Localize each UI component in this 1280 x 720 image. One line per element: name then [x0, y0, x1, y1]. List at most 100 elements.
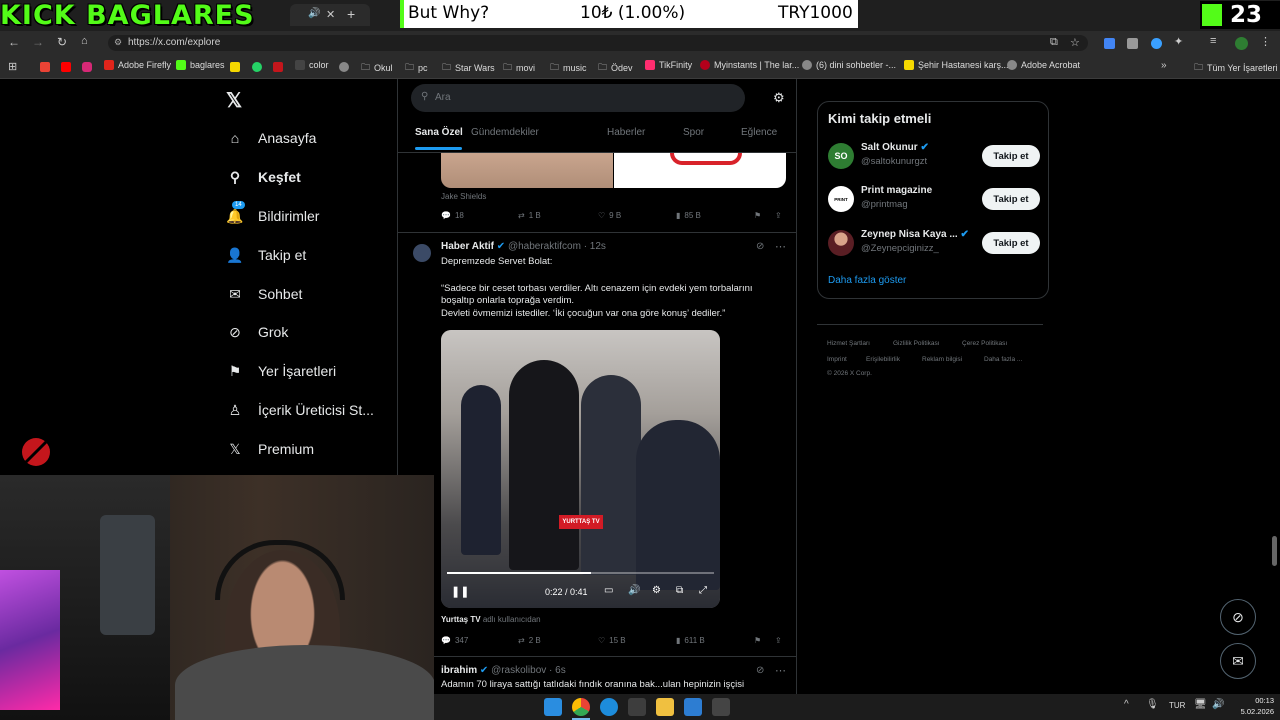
bookmark-adobe-acrobat[interactable]: Adobe Acrobat: [1007, 60, 1080, 70]
bookmark-post-icon[interactable]: ⚑: [754, 211, 761, 220]
more-options-icon[interactable]: ⋯: [775, 240, 786, 253]
captions-icon[interactable]: ▭: [604, 585, 613, 596]
author-handle[interactable]: @haberaktifcom: [508, 241, 581, 252]
site-info-icon[interactable]: ⚙: [114, 37, 122, 48]
new-tab-icon[interactable]: +: [347, 6, 355, 22]
language-indicator[interactable]: TUR: [1169, 701, 1185, 710]
like-button[interactable]: ♡ 9 B: [598, 211, 621, 220]
forward-icon[interactable]: →: [32, 35, 44, 49]
prev-post-image-left[interactable]: [441, 153, 613, 188]
nav-explore[interactable]: ⚲ Keşfet: [226, 162, 301, 192]
show-more-link[interactable]: Daha fazla göster: [828, 275, 906, 286]
bookmark-star-icon[interactable]: ☆: [1070, 36, 1080, 49]
tab-audio-icon[interactable]: 🔊: [308, 8, 320, 19]
pause-icon[interactable]: ❚❚: [451, 585, 469, 598]
follow-button[interactable]: Takip et: [982, 188, 1040, 210]
bookmark-sehir-hastanesi[interactable]: Şehir Hastanesi karş...: [904, 60, 1009, 70]
app-taskbar-icon[interactable]: [712, 698, 730, 716]
grok-explain-icon[interactable]: ⊘: [756, 665, 764, 676]
suggestion-row[interactable]: SO Salt Okunur ✔ @saltokunurgzt Takip et: [828, 139, 1040, 173]
tab-news[interactable]: Haberler: [607, 127, 645, 138]
nav-bookmarks[interactable]: ⚑ Yer İşaretleri: [226, 356, 336, 386]
repost-button[interactable]: ⇄ 2 B: [518, 636, 541, 645]
share-icon[interactable]: ⇪: [775, 211, 782, 220]
volume-icon[interactable]: 🔊: [1212, 699, 1224, 710]
taskbar-clock[interactable]: 00:13 5.02.2026: [1234, 695, 1274, 717]
globe-icon[interactable]: [339, 62, 349, 72]
video-progress-track[interactable]: [447, 572, 714, 574]
reload-icon[interactable]: ↻: [57, 35, 67, 49]
bookmark-all[interactable]: 🗀 Tüm Yer İşaretleri: [1194, 60, 1278, 76]
more-bookmarks-icon[interactable]: »: [1161, 60, 1167, 71]
share-icon[interactable]: ⇪: [775, 636, 782, 645]
bookmark-myinstants[interactable]: Myinstants | The lar...: [700, 60, 799, 70]
follow-button[interactable]: Takip et: [982, 232, 1040, 254]
grok-explain-icon[interactable]: ⊘: [756, 241, 764, 252]
bookmark-pc[interactable]: 🗀 pc: [405, 60, 428, 76]
settings-gear-icon[interactable]: ⚙: [773, 90, 785, 106]
media-control-icon[interactable]: ≡: [1210, 35, 1216, 47]
video-settings-icon[interactable]: ⚙: [652, 585, 661, 596]
repost-button[interactable]: ⇄ 1 B: [518, 211, 541, 220]
page-scrollbar-thumb[interactable]: [1272, 536, 1277, 566]
reply-button[interactable]: 💬 347: [441, 636, 468, 645]
bookmark-okul[interactable]: 🗀 Okul: [361, 60, 393, 76]
author-avatar[interactable]: [413, 244, 431, 262]
suggestion-row[interactable]: PRINT Print magazine @printmag Takip et: [828, 182, 1040, 216]
edge-taskbar-icon[interactable]: [600, 698, 618, 716]
nav-chat[interactable]: ✉ Sohbet: [226, 279, 302, 309]
active-browser-tab[interactable]: 🔊 ✕: [290, 4, 370, 26]
bookmark-odev[interactable]: 🗀 Ödev: [598, 60, 633, 76]
nav-notifications[interactable]: 🔔 14 Bildirimler: [226, 201, 319, 231]
profile-avatar[interactable]: [1235, 37, 1248, 50]
bookmark-music[interactable]: 🗀 music: [550, 60, 587, 76]
nav-grok[interactable]: ⊘ Grok: [226, 317, 288, 347]
footer-link[interactable]: Imprint: [827, 356, 847, 363]
translate-extension-icon[interactable]: [1104, 38, 1115, 49]
messages-floating-button[interactable]: ✉: [1220, 643, 1256, 679]
post-time[interactable]: · 12s: [584, 241, 606, 252]
footer-link[interactable]: Hizmet Şartları: [827, 340, 870, 347]
nav-follow[interactable]: 👤 Takip et: [226, 240, 306, 270]
red-app-icon[interactable]: [273, 62, 283, 72]
bookmark-baglares[interactable]: baglares: [176, 60, 225, 70]
footer-link[interactable]: Erişilebilirlik: [866, 356, 900, 363]
tray-expand-icon[interactable]: ^: [1124, 699, 1129, 710]
suggestion-row[interactable]: Zeynep Nisa Kaya ... ✔ @Zeynepciginizz_ …: [828, 226, 1040, 260]
source-name[interactable]: Yurttaş TV: [441, 615, 481, 624]
instagram-icon[interactable]: [82, 62, 92, 72]
nav-creator-studio[interactable]: ♙ İçerik Üreticisi St...: [226, 395, 374, 425]
extension-icon[interactable]: [1127, 38, 1138, 49]
store-taskbar-icon[interactable]: [628, 698, 646, 716]
author-name[interactable]: ibrahim: [441, 665, 477, 676]
chrome-taskbar-icon[interactable]: [572, 698, 590, 716]
apps-grid-icon[interactable]: ⊞: [8, 60, 17, 73]
tab-for-you[interactable]: Sana Özel: [415, 127, 463, 138]
windows-start-icon[interactable]: [544, 698, 562, 716]
network-icon[interactable]: 🖥: [1194, 699, 1207, 710]
author-name[interactable]: Haber Aktif: [441, 241, 494, 252]
views-button[interactable]: ▮ 611 B: [676, 636, 705, 645]
prev-post-image-right[interactable]: [614, 153, 786, 188]
tab-close-icon[interactable]: ✕: [326, 8, 335, 21]
install-app-icon[interactable]: ⧉: [1050, 36, 1058, 49]
x-logo-icon[interactable]: 𝕏: [226, 88, 242, 113]
tab-entertainment[interactable]: Eğlence: [741, 127, 777, 138]
bookmark-color[interactable]: color: [295, 60, 329, 70]
microphone-icon[interactable]: 🎙: [1146, 699, 1159, 710]
footer-link[interactable]: Gizlilik Politikası: [893, 340, 940, 347]
post-time[interactable]: · 6s: [549, 665, 566, 676]
bookmark-tikfinity[interactable]: TikFinity: [645, 60, 692, 70]
bookmark-dini-sohbetler[interactable]: (6) dini sohbetler -...: [802, 60, 896, 70]
nav-home[interactable]: ⌂ Anasayfa: [226, 123, 317, 153]
footer-link[interactable]: Reklam bilgisi: [922, 356, 962, 363]
fullscreen-icon[interactable]: ⤢: [699, 585, 707, 596]
gmail-icon[interactable]: [40, 62, 50, 72]
whatsapp-icon[interactable]: [252, 62, 262, 72]
picture-in-picture-icon[interactable]: ⧉: [676, 585, 683, 596]
bookmark-star-wars[interactable]: 🗀 Star Wars: [442, 60, 495, 76]
menu-kebab-icon[interactable]: ⋮: [1260, 35, 1271, 48]
views-button[interactable]: ▮ 85 B: [676, 211, 701, 220]
tab-trending[interactable]: Gündemdekiler: [471, 127, 539, 138]
grok-floating-button[interactable]: ⊘: [1220, 599, 1256, 635]
